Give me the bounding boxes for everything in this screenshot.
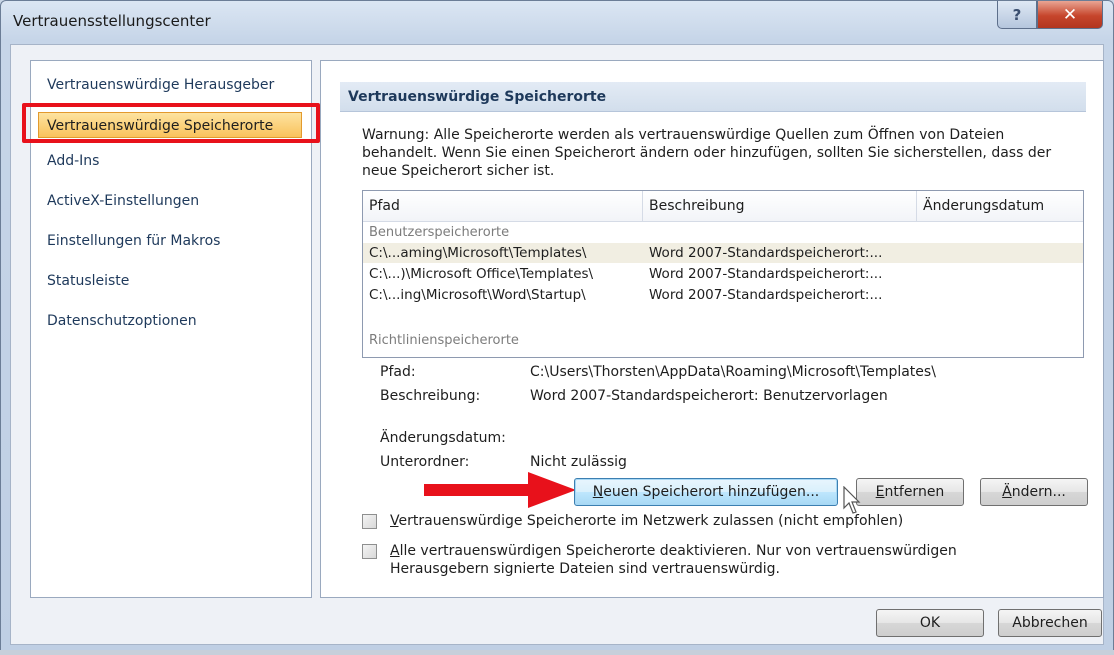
section-title: Vertrauenswürdige Speicherorte xyxy=(340,82,1086,112)
row-description: Word 2007-Standardspeicherort:... xyxy=(649,287,883,303)
table-row[interactable]: C:\...)\Microsoft Office\Templates\ Word… xyxy=(363,264,1083,284)
cancel-button[interactable]: Abbrechen xyxy=(998,609,1102,637)
locations-table[interactable]: Pfad Beschreibung Änderungsdatum Benutze… xyxy=(362,190,1084,358)
add-location-button[interactable]: Neuen Speicherort hinzufügen... xyxy=(574,478,838,506)
detail-subfolder-value: Nicht zulässig xyxy=(530,454,627,470)
row-path: C:\...aming\Microsoft\Templates\ xyxy=(369,245,587,261)
title-bar[interactable]: Vertrauensstellungscenter ? ✕ xyxy=(1,1,1113,45)
group-user-locations: Benutzerspeicherorte xyxy=(369,225,510,240)
row-description: Word 2007-Standardspeicherort:... xyxy=(649,266,883,282)
window-title: Vertrauensstellungscenter xyxy=(13,12,211,30)
detail-date-label: Änderungsdatum: xyxy=(380,430,506,446)
column-header-path[interactable]: Pfad xyxy=(363,191,643,221)
nav-item-macro-settings[interactable]: Einstellungen für Makros xyxy=(47,233,220,249)
help-button[interactable]: ? xyxy=(997,1,1037,29)
detail-description-value: Word 2007-Standardspeicherort: Benutzerv… xyxy=(530,388,888,404)
nav-item-activex[interactable]: ActiveX-Einstellungen xyxy=(47,193,199,209)
detail-path-value: C:\Users\Thorsten\AppData\Roaming\Micros… xyxy=(530,364,936,380)
row-path: C:\...ing\Microsoft\Word\Startup\ xyxy=(369,287,586,303)
nav-item-trusted-publishers[interactable]: Vertrauenswürdige Herausgeber xyxy=(47,77,274,93)
bottom-edge xyxy=(0,650,1114,655)
disable-all-locations-checkbox[interactable] xyxy=(362,544,377,559)
close-button[interactable]: ✕ xyxy=(1037,1,1103,29)
help-icon: ? xyxy=(1012,5,1022,24)
nav-item-message-bar[interactable]: Statusleiste xyxy=(47,273,129,289)
warning-text: Warnung: Alle Speicherorte werden als ve… xyxy=(362,127,1052,179)
detail-description-label: Beschreibung: xyxy=(380,388,481,404)
table-row[interactable]: C:\...aming\Microsoft\Templates\ Word 20… xyxy=(363,243,1083,263)
table-row[interactable]: C:\...ing\Microsoft\Word\Startup\ Word 2… xyxy=(363,285,1083,305)
network-locations-label[interactable]: Vertrauenswürdige Speicherorte im Netzwe… xyxy=(390,512,1080,530)
disable-all-locations-label[interactable]: Alle vertrauenswürdigen Speicherorte dea… xyxy=(390,542,1030,578)
nav-item-privacy-options[interactable]: Datenschutzoptionen xyxy=(47,313,197,329)
row-description: Word 2007-Standardspeicherort:... xyxy=(649,245,883,261)
column-header-description[interactable]: Beschreibung xyxy=(643,191,917,221)
change-button[interactable]: Ändern... xyxy=(980,478,1088,506)
red-arrow-annotation xyxy=(424,472,576,508)
group-policy-locations: Richtlinienspeicherorte xyxy=(369,333,519,348)
close-icon: ✕ xyxy=(1062,4,1078,25)
red-highlight-box xyxy=(22,103,320,143)
network-locations-checkbox[interactable] xyxy=(362,514,377,529)
remove-button[interactable]: Entfernen xyxy=(856,478,964,506)
detail-subfolder-label: Unterordner: xyxy=(380,454,470,470)
table-header: Pfad Beschreibung Änderungsdatum xyxy=(363,191,1083,222)
detail-path-label: Pfad: xyxy=(380,364,416,380)
nav-item-add-ins[interactable]: Add-Ins xyxy=(47,153,99,169)
column-header-date[interactable]: Änderungsdatum xyxy=(917,191,1083,221)
row-path: C:\...)\Microsoft Office\Templates\ xyxy=(369,266,594,282)
ok-button[interactable]: OK xyxy=(876,609,984,637)
